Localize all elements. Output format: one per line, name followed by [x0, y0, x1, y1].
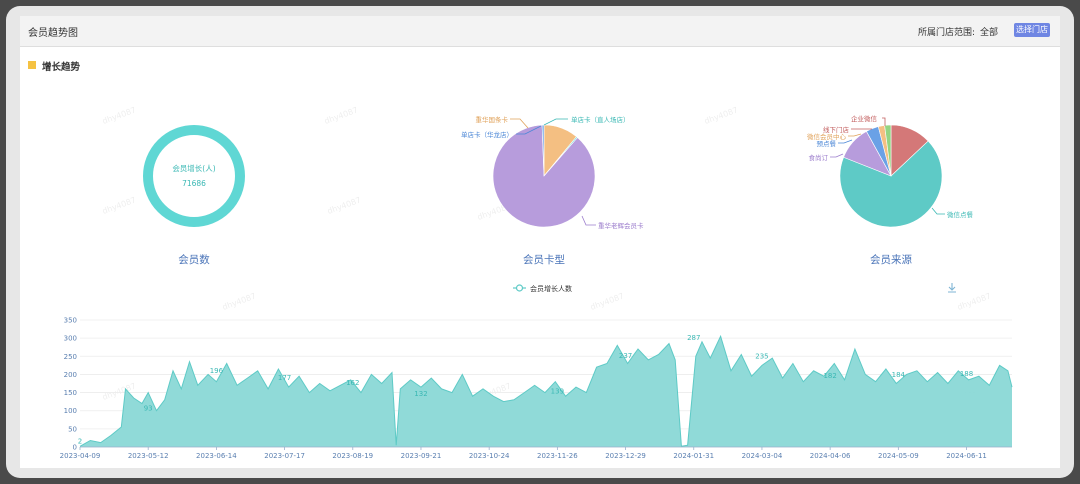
legend-label: 会员增长人数 [530, 284, 572, 293]
x-tick-label: 2024-03-04 [742, 452, 783, 460]
watermark-text: dhy4087 [703, 105, 739, 126]
slice-label: 单店卡（直人场店） [571, 115, 630, 124]
data-label: 177 [278, 374, 291, 382]
slice-label-line [931, 207, 945, 215]
data-label: 287 [687, 334, 700, 342]
slice-label: 预点餐 [817, 139, 837, 148]
slice-label: 微信点餐 [947, 210, 974, 219]
data-label: 162 [346, 379, 359, 387]
data-label: 139 [551, 388, 564, 396]
watermark-text: dhy4087 [326, 195, 362, 216]
window-frame: 会员趋势图 所属门店范围: 全部 选择门店 增长趋势 dhy4087 dhy408… [6, 6, 1074, 478]
slice-label-line [581, 215, 596, 226]
watermark-text: dhy4087 [589, 291, 625, 312]
slice-label: 食尚订 [809, 153, 829, 162]
watermark-text: dhy4087 [956, 291, 992, 312]
x-tick-label: 2023-07-17 [264, 452, 305, 460]
y-tick-label: 0 [73, 444, 77, 452]
data-label: 235 [755, 353, 768, 361]
source-chart-title: 会员来源 [870, 253, 912, 266]
slice-label-line [830, 153, 844, 158]
x-tick-label: 2023-10-24 [469, 452, 510, 460]
data-label: 237 [619, 352, 632, 360]
download-icon[interactable] [948, 283, 956, 293]
watermark-text: dhy4087 [101, 195, 137, 216]
ring-center-value: 71686 [182, 179, 206, 188]
ring-center-label: 会员增长(人) [172, 163, 215, 173]
x-tick-label: 2023-06-14 [196, 452, 237, 460]
download-icon-glyph [948, 283, 956, 293]
ring-slice [143, 125, 245, 227]
cardtype-chart-title: 会员卡型 [523, 253, 565, 266]
watermark-text: dhy4087 [101, 105, 137, 126]
slice-label-line [882, 117, 886, 126]
data-label: 188 [960, 370, 973, 378]
y-tick-label: 250 [64, 353, 77, 361]
data-label: 93 [144, 404, 153, 412]
slice-label-line [848, 133, 862, 137]
x-tick-label: 2023-04-09 [60, 452, 101, 460]
ring-chart-title: 会员数 [178, 253, 210, 266]
slice-label: 重华老辉会员卡 [598, 221, 644, 230]
y-tick-label: 100 [64, 407, 77, 415]
x-tick-label: 2024-05-09 [878, 452, 919, 460]
y-tick-label: 200 [64, 371, 77, 379]
x-tick-label: 2023-05-12 [128, 452, 169, 460]
x-tick-label: 2024-01-31 [673, 452, 714, 460]
slice-label-line [510, 118, 529, 129]
slice-label: 企业微信 [851, 114, 878, 123]
app-window: 会员趋势图 所属门店范围: 全部 选择门店 增长趋势 dhy4087 dhy408… [20, 16, 1060, 468]
charts-area: dhy4087 dhy4087 dhy4087 dhy4087 dhy4087 dhy40… [60, 105, 1013, 460]
x-tick-label: 2024-04-06 [810, 452, 851, 460]
y-tick-label: 300 [64, 335, 77, 343]
data-label: 196 [210, 367, 224, 375]
data-label: 2 [78, 437, 82, 445]
watermark-text: dhy4087 [221, 291, 257, 312]
x-tick-label: 2023-11-26 [537, 452, 578, 460]
x-tick-label: 2023-09-21 [401, 452, 442, 460]
legend-marker[interactable] [515, 284, 524, 292]
data-label: 184 [892, 371, 906, 379]
x-tick-label: 2023-08-19 [332, 452, 373, 460]
slice-label-line [543, 118, 568, 126]
slice-label: 重华国条卡 [476, 115, 509, 124]
data-label: 132 [414, 390, 427, 398]
y-tick-label: 350 [64, 317, 77, 325]
y-tick-label: 150 [64, 389, 77, 397]
slice-label: 单店卡（华龙店） [461, 130, 513, 139]
x-tick-label: 2023-12-29 [605, 452, 646, 460]
data-label: 182 [823, 372, 836, 380]
y-tick-label: 50 [68, 425, 77, 433]
x-tick-label: 2024-06-11 [946, 452, 987, 460]
watermark-text: dhy4087 [323, 105, 359, 126]
